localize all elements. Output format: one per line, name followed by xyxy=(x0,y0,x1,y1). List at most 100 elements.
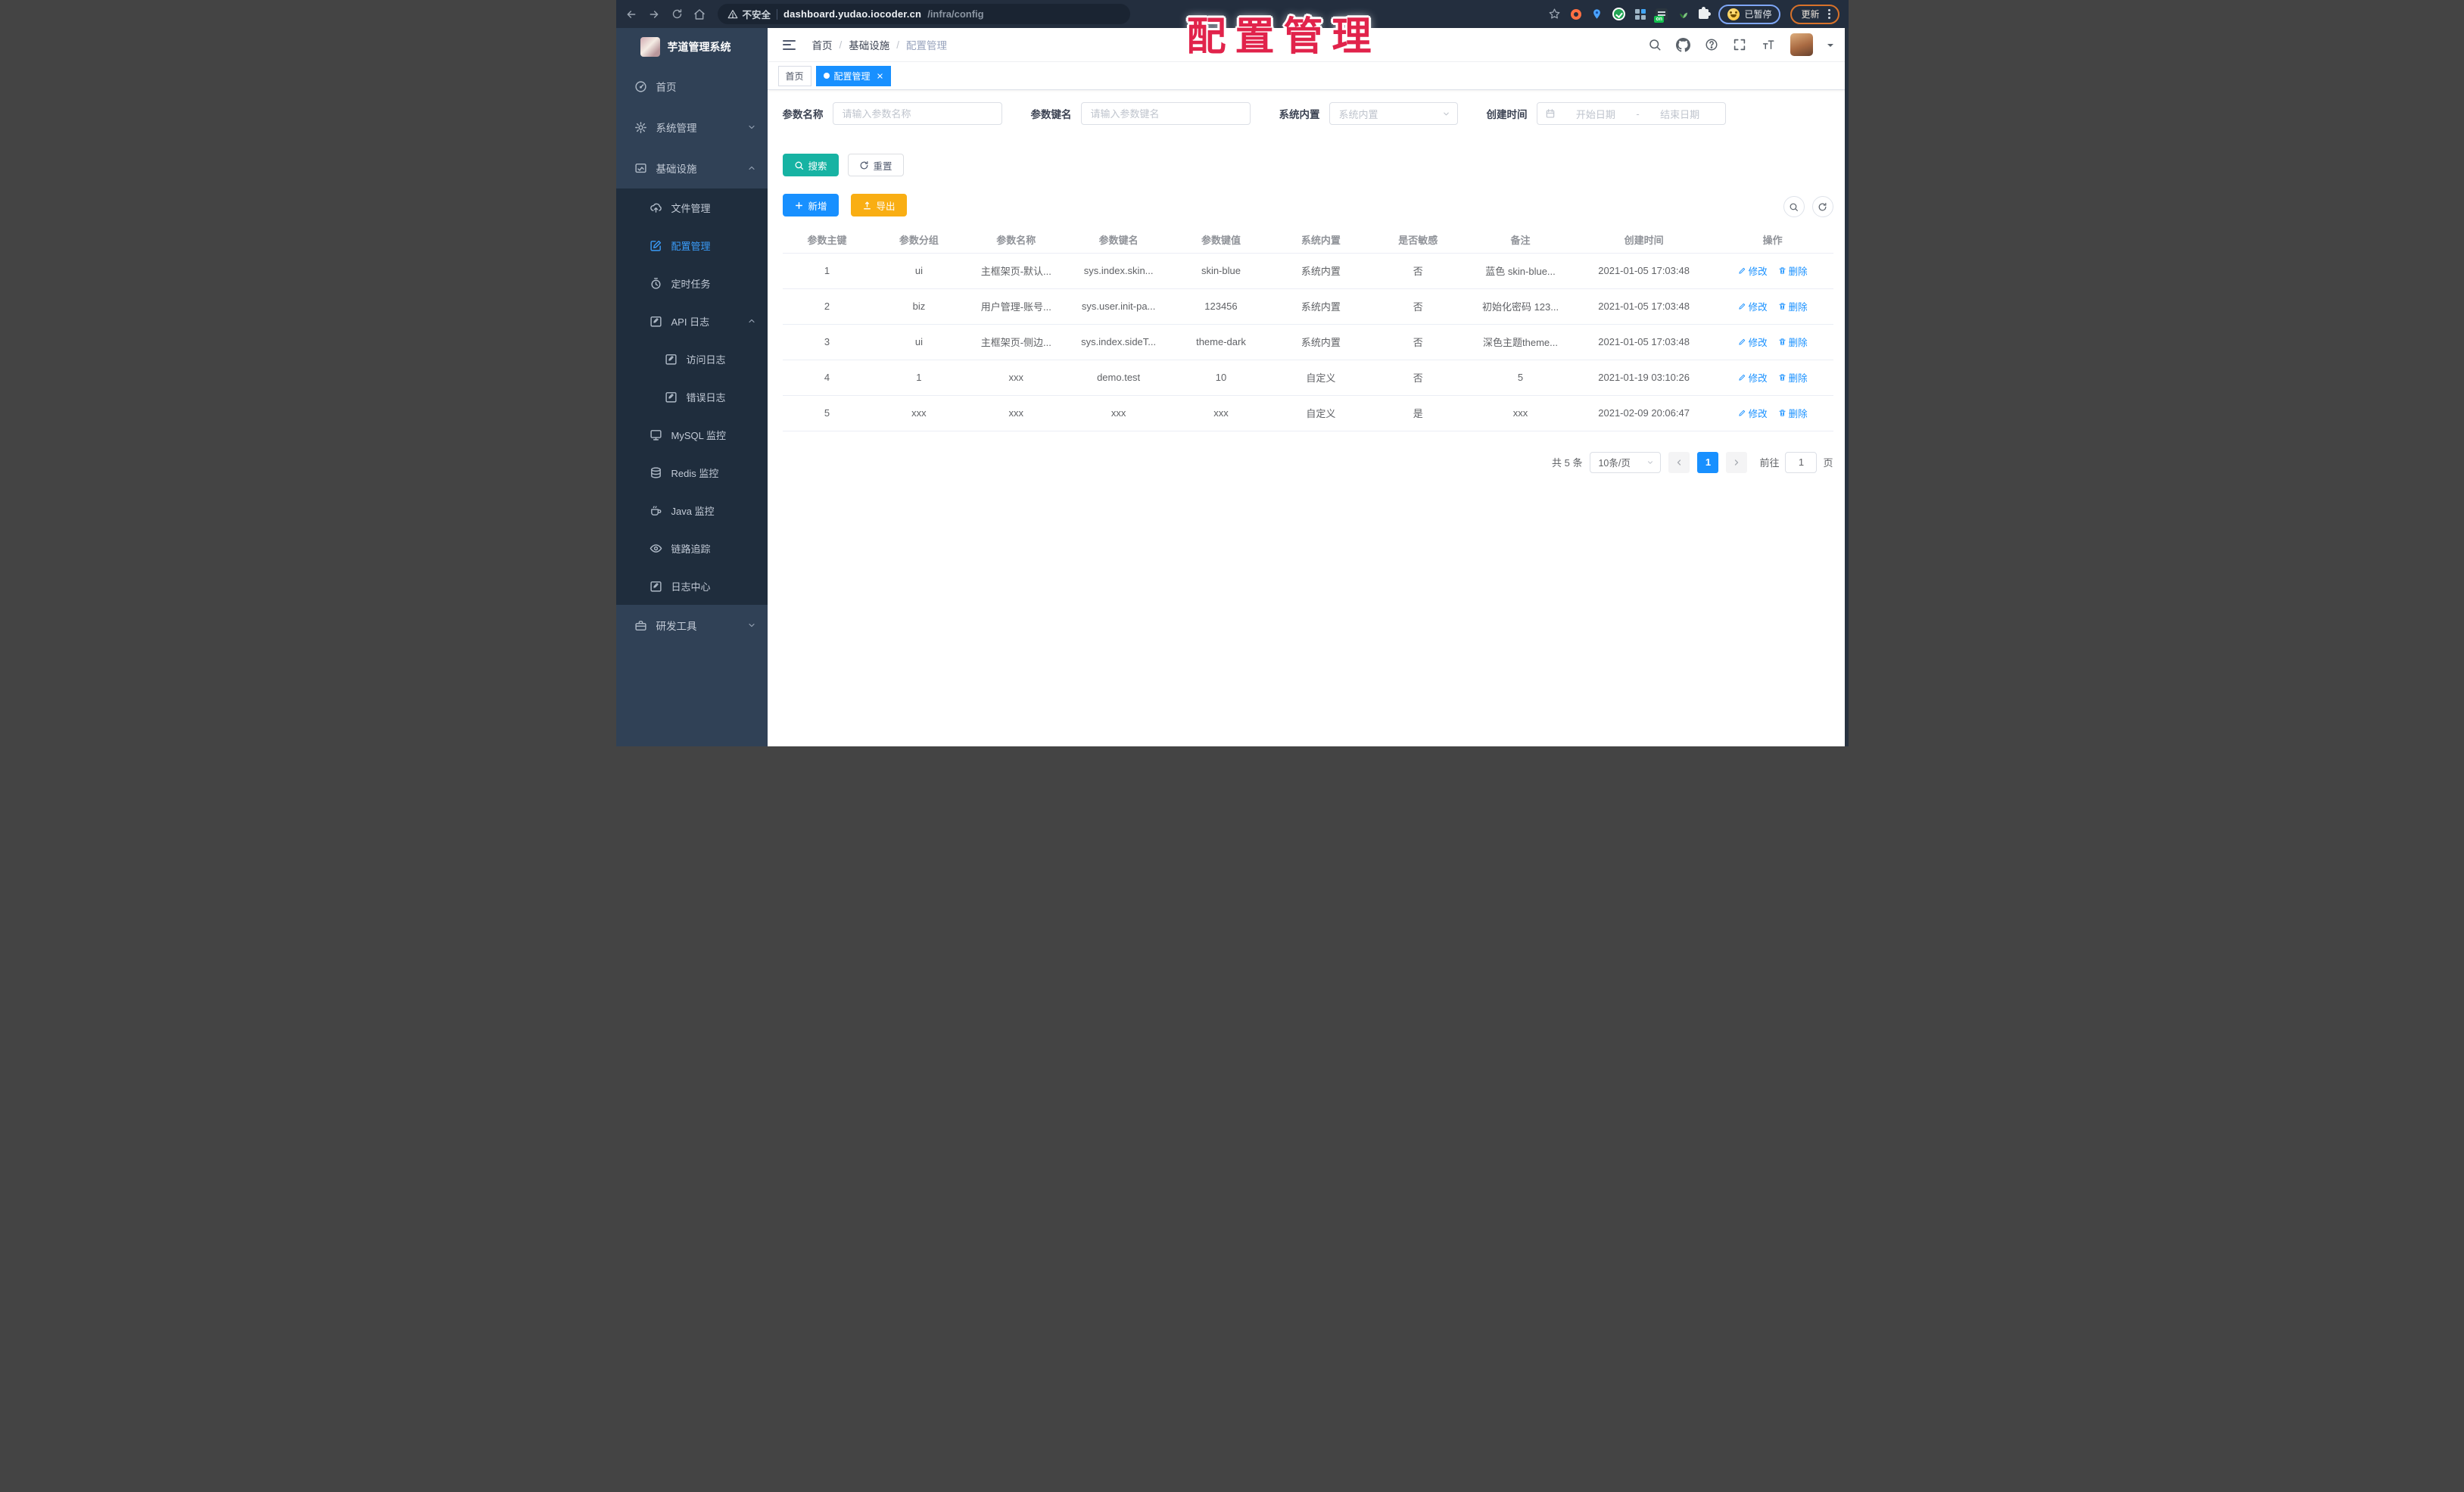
forward-icon[interactable] xyxy=(648,8,661,20)
sidebar-item-label: 研发工具 xyxy=(656,621,697,632)
next-page-button[interactable] xyxy=(1726,451,1748,473)
browser-menu-icon[interactable] xyxy=(1827,13,1830,15)
goto-label: 前往 xyxy=(1759,457,1780,469)
refresh-table-button[interactable] xyxy=(1811,196,1833,217)
delete-link[interactable]: 删除 xyxy=(1778,370,1808,385)
param-key-label: 参数键名 xyxy=(1030,109,1072,120)
delete-link[interactable]: 删除 xyxy=(1778,335,1808,349)
paused-label: 已暂停 xyxy=(1744,9,1772,20)
filter-date-group: 创建时间 开始日期 - 结束日期 xyxy=(1487,102,1726,125)
param-name-input[interactable] xyxy=(832,102,1002,125)
sidebar-item-access-log[interactable]: 访问日志 xyxy=(616,340,768,378)
cell-sensitive: 否 xyxy=(1370,324,1466,360)
system-builtin-label: 系统内置 xyxy=(1279,109,1320,120)
update-label: 更新 xyxy=(1801,9,1820,20)
github-icon[interactable] xyxy=(1675,37,1690,52)
breadcrumb-item-infra[interactable]: 基础设施 xyxy=(849,37,889,52)
cell-id: 1 xyxy=(782,253,872,289)
search-button[interactable]: 搜索 xyxy=(782,154,839,176)
extension-pin-icon[interactable] xyxy=(1591,8,1603,20)
refresh-icon xyxy=(860,160,868,169)
sidebar-item-home[interactable]: 首页 xyxy=(616,66,768,107)
sidebar-item-error-log[interactable]: 错误日志 xyxy=(616,378,768,416)
delete-link[interactable]: 删除 xyxy=(1778,263,1808,278)
help-icon[interactable] xyxy=(1705,38,1718,51)
sidebar-item-system[interactable]: 系统管理 xyxy=(616,107,768,148)
date-range-picker[interactable]: 开始日期 - 结束日期 xyxy=(1536,102,1726,125)
sidebar-item-dev-tools[interactable]: 研发工具 xyxy=(616,605,768,646)
edit-link[interactable]: 修改 xyxy=(1738,335,1768,349)
cell-name: xxx xyxy=(966,395,1067,431)
edit-link[interactable]: 修改 xyxy=(1738,263,1768,278)
home-icon[interactable] xyxy=(693,8,706,20)
reset-button[interactable]: 重置 xyxy=(847,154,904,176)
reload-icon[interactable] xyxy=(671,8,684,20)
cell-name: xxx xyxy=(966,360,1067,396)
window-scrollbar[interactable] xyxy=(1844,28,1849,746)
app-window: 芋道管理系统 首页 系统管理 基础设施 文件管理 配置管理 定时任务 API 日… xyxy=(615,28,1849,746)
edit-link[interactable]: 修改 xyxy=(1738,406,1768,420)
app-logo-row[interactable]: 芋道管理系统 xyxy=(616,28,768,66)
delete-link[interactable]: 删除 xyxy=(1778,299,1808,313)
prev-page-button[interactable] xyxy=(1668,451,1690,473)
tag-config-manage[interactable]: 配置管理 xyxy=(815,65,891,86)
sidebar-item-trace[interactable]: 链路追踪 xyxy=(616,529,768,567)
browser-update-button[interactable]: 更新 xyxy=(1790,4,1839,24)
sidebar-item-log-center[interactable]: 日志中心 xyxy=(616,567,768,605)
sidebar-item-scheduled-jobs[interactable]: 定时任务 xyxy=(616,264,768,302)
extension-leaf-icon[interactable] xyxy=(1677,8,1689,20)
sidebar-item-mysql-monitor[interactable]: MySQL 监控 xyxy=(616,416,768,453)
back-icon[interactable] xyxy=(625,8,638,20)
table-row: 4 1 xxx demo.test 10 自定义 否 5 2021-01-19 … xyxy=(782,360,1833,396)
toggle-search-button[interactable] xyxy=(1783,196,1805,217)
sidebar-item-redis-monitor[interactable]: Redis 监控 xyxy=(616,453,768,491)
delete-link[interactable]: 删除 xyxy=(1778,406,1808,420)
sidebar-item-infra[interactable]: 基础设施 xyxy=(616,148,768,188)
sidebar-item-java-monitor[interactable]: Java 监控 xyxy=(616,491,768,529)
export-button[interactable]: 导出 xyxy=(850,194,907,216)
add-button[interactable]: 新增 xyxy=(782,194,839,216)
cell-key: sys.user.init-pa... xyxy=(1066,288,1172,325)
address-bar[interactable]: 不安全 dashboard.yudao.iocoder.cn/infra/con… xyxy=(717,4,1130,24)
cell-value: skin-blue xyxy=(1171,253,1271,289)
user-avatar[interactable] xyxy=(1790,33,1813,56)
breadcrumb-item-home[interactable]: 首页 xyxy=(812,37,833,52)
page-number-1[interactable]: 1 xyxy=(1697,451,1719,473)
sidebar-item-label: 日志中心 xyxy=(671,581,711,593)
user-menu-caret-icon[interactable] xyxy=(1827,43,1833,50)
param-key-input[interactable] xyxy=(1080,102,1251,125)
cell-sensitive: 否 xyxy=(1370,360,1466,396)
extension-donut-icon[interactable] xyxy=(1571,8,1582,20)
table-row: 3 ui 主框架页-侧边... sys.index.sideT... theme… xyxy=(782,324,1833,360)
dashboard-icon xyxy=(634,80,646,92)
extensions-puzzle-icon[interactable] xyxy=(1699,7,1712,19)
cloud-upload-icon xyxy=(649,203,662,213)
page-size-select[interactable]: 10条/页 xyxy=(1590,451,1662,473)
cell-remark: 初始化密码 123... xyxy=(1465,288,1576,325)
cell-actions: 修改 删除 xyxy=(1712,288,1833,325)
extension-check-icon[interactable] xyxy=(1612,8,1626,20)
sidebar-item-api-log[interactable]: API 日志 xyxy=(616,302,768,340)
cell-type: 系统内置 xyxy=(1270,288,1371,325)
sidebar-item-file-manage[interactable]: 文件管理 xyxy=(616,188,768,226)
sidebar-toggle-icon[interactable] xyxy=(782,39,796,50)
security-warning[interactable]: 不安全 xyxy=(727,7,771,21)
paused-badge[interactable]: 已暂停 xyxy=(1718,4,1781,24)
edit-link[interactable]: 修改 xyxy=(1738,299,1768,313)
extension-grid-icon[interactable] xyxy=(1635,8,1646,20)
sidebar-item-config-manage[interactable]: 配置管理 xyxy=(616,226,768,264)
table-tools xyxy=(1783,196,1833,217)
fullscreen-icon[interactable] xyxy=(1733,38,1746,51)
goto-page-input[interactable] xyxy=(1785,451,1818,473)
date-end-placeholder: 结束日期 xyxy=(1660,108,1700,120)
system-builtin-select[interactable]: 系统内置 xyxy=(1329,102,1458,125)
bookmark-star-icon[interactable] xyxy=(1548,8,1561,20)
edit-link[interactable]: 修改 xyxy=(1738,370,1768,385)
search-icon[interactable] xyxy=(1648,38,1662,51)
font-size-icon[interactable] xyxy=(1761,38,1776,51)
extension-on-icon[interactable]: on xyxy=(1654,8,1668,23)
breadcrumb-separator: / xyxy=(839,39,843,51)
tag-home[interactable]: 首页 xyxy=(777,65,811,86)
tag-close-icon[interactable] xyxy=(877,73,883,79)
cell-group: ui xyxy=(871,324,967,360)
